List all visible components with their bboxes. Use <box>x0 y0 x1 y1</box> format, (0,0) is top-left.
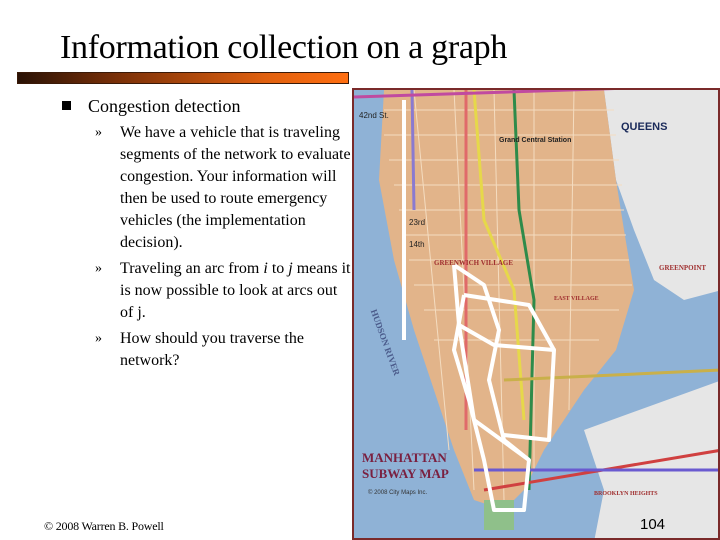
map-title-line1: MANHATTAN <box>362 450 447 465</box>
title-underline-bar <box>17 72 349 84</box>
battery-park <box>484 500 514 530</box>
manhattan-subway-map: QUEENS GREENPOINT Grand Central Station … <box>352 88 720 540</box>
sub-bullet-2: » Traveling an arc from i to j means it … <box>62 258 352 324</box>
label-14th: 14th <box>409 240 425 249</box>
label-greenpoint: GREENPOINT <box>659 264 706 272</box>
chevron-bullet-icon: » <box>95 331 102 346</box>
sub-bullet-text: Traveling an arc from <box>120 260 264 277</box>
map-graphic: QUEENS GREENPOINT Grand Central Station … <box>354 90 718 538</box>
sub-bullet-text: How should you traverse the network? <box>120 330 304 369</box>
label-23rd: 23rd <box>409 218 425 227</box>
page-number: 104 <box>640 516 666 533</box>
label-east-village: EAST VILLAGE <box>554 296 599 302</box>
bullet-list: Congestion detection » We have a vehicle… <box>62 94 352 372</box>
sub-bullet-1: » We have a vehicle that is traveling se… <box>62 122 352 254</box>
chevron-bullet-icon: » <box>95 261 102 276</box>
footer-copyright: © 2008 Warren B. Powell <box>44 519 164 533</box>
sub-bullet-text: We have a vehicle that is traveling segm… <box>120 124 351 251</box>
map-copyright: © 2008 City Maps Inc. <box>368 489 427 496</box>
chevron-bullet-icon: » <box>95 125 102 140</box>
label-grand-central: Grand Central Station <box>499 137 571 144</box>
square-bullet-icon <box>62 101 71 110</box>
bullet-text: Congestion detection <box>88 96 241 116</box>
bullet-congestion-detection: Congestion detection <box>62 94 352 118</box>
label-greenwich: GREENWICH VILLAGE <box>434 259 513 267</box>
label-brooklyn: BROOKLYN HEIGHTS <box>594 491 658 497</box>
label-queens: QUEENS <box>621 121 667 133</box>
label-42nd: 42nd St. <box>359 111 389 120</box>
map-title-line2: SUBWAY MAP <box>362 466 449 481</box>
sub-bullet-text: to <box>267 260 289 277</box>
slide-title: Information collection on a graph <box>60 29 508 66</box>
sub-bullet-3: » How should you traverse the network? <box>62 328 352 372</box>
